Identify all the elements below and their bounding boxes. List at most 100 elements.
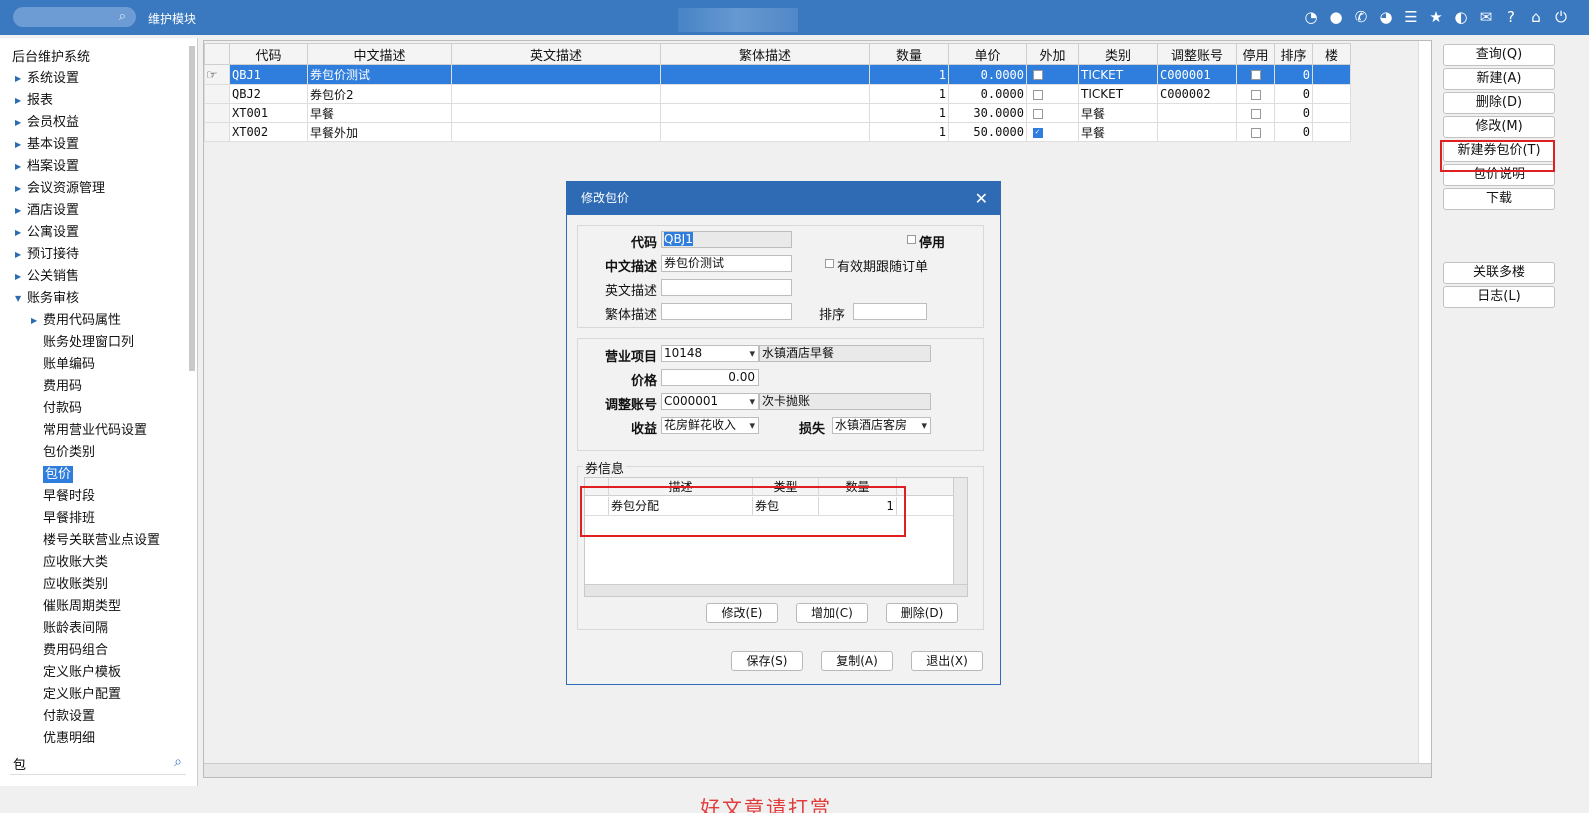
star-icon[interactable]: ★ xyxy=(1428,8,1444,26)
voucher-row[interactable]: 券包分配 券包 1 xyxy=(585,497,955,516)
column-header[interactable]: 数量 xyxy=(869,43,949,65)
help-icon[interactable]: ? xyxy=(1503,8,1519,26)
column-header[interactable]: 英文描述 xyxy=(451,43,661,65)
power-icon[interactable]: ⏻ xyxy=(1553,8,1569,26)
sidebar-item[interactable]: 早餐时段 xyxy=(0,486,190,508)
cn-desc-field[interactable]: 券包价测试 xyxy=(661,255,792,272)
chat-icon[interactable]: ● xyxy=(1328,8,1344,26)
sidebar-item[interactable]: 付款设置 xyxy=(0,706,190,728)
table-row[interactable]: XT002早餐外加 150.0000 早餐 0 xyxy=(204,122,1351,142)
grid-vertical-scrollbar[interactable] xyxy=(1418,41,1431,763)
link-buildings-button[interactable]: 关联多楼 xyxy=(1443,262,1555,284)
extra-checkbox[interactable] xyxy=(1033,70,1043,80)
caret-right-icon[interactable]: ▶ xyxy=(15,178,21,200)
stop-checkbox[interactable] xyxy=(907,235,916,244)
sidebar-item[interactable]: 付款码 xyxy=(0,398,190,420)
delete-button[interactable]: 删除(D) xyxy=(1443,92,1555,114)
sidebar-item[interactable]: 账龄表间隔 xyxy=(0,618,190,640)
search-icon[interactable]: ⌕ xyxy=(174,754,182,770)
global-search[interactable]: ⌕ xyxy=(13,7,136,27)
sidebar-item[interactable]: 应收账大类 xyxy=(0,552,190,574)
sidebar-item[interactable]: ▶ 档案设置 xyxy=(0,156,190,178)
disabled-checkbox[interactable] xyxy=(1250,70,1261,80)
column-header[interactable]: 排序 xyxy=(1274,43,1313,65)
sidebar-scrollbar[interactable] xyxy=(189,46,195,371)
sidebar-item[interactable]: ▶ 酒店设置 xyxy=(0,200,190,222)
sidebar-item[interactable]: ▶ 费用代码属性 xyxy=(0,310,190,332)
grid-horizontal-scrollbar[interactable] xyxy=(204,763,1431,777)
voucher-edit-button[interactable]: 修改(E) xyxy=(706,603,778,623)
mail-icon[interactable]: ✉ xyxy=(1478,8,1494,26)
sidebar-item[interactable]: 费用码组合 xyxy=(0,640,190,662)
palette-icon[interactable]: ◕ xyxy=(1378,8,1394,26)
caret-right-icon[interactable]: ▶ xyxy=(15,156,21,178)
sidebar-item[interactable]: ▶ 会员权益 xyxy=(0,112,190,134)
sidebar-item[interactable]: ▶ 会议资源管理 xyxy=(0,178,190,200)
new-voucher-package-button[interactable]: 新建券包价(T) xyxy=(1443,140,1555,162)
home-icon[interactable]: ⌂ xyxy=(1528,8,1544,26)
modify-button[interactable]: 修改(M) xyxy=(1443,116,1555,138)
caret-right-icon[interactable]: ▶ xyxy=(15,134,21,156)
sidebar-item[interactable]: ▼ 账务审核 xyxy=(0,288,190,310)
caret-right-icon[interactable]: ▶ xyxy=(15,112,21,134)
sidebar-item[interactable]: 楼号关联营业点设置 xyxy=(0,530,190,552)
menu-icon[interactable]: ☰ xyxy=(1403,8,1419,26)
extra-checkbox[interactable] xyxy=(1033,89,1043,100)
code-field[interactable]: QBJ1 xyxy=(661,231,792,248)
column-header[interactable]: 楼 xyxy=(1312,43,1351,65)
tree-root[interactable]: 后台维护系统 xyxy=(12,46,90,65)
loss-select[interactable]: 水镇酒店客房 xyxy=(832,417,931,434)
sidebar-item[interactable]: 包价类别 xyxy=(0,442,190,464)
voucher-add-button[interactable]: 增加(C) xyxy=(796,603,868,623)
sidebar-item[interactable]: ▶ 公寓设置 xyxy=(0,222,190,244)
table-row[interactable]: QBJ2 券包价2 1 0.0000 TICKET C000002 0 xyxy=(204,84,1351,104)
phone-icon[interactable]: ✆ xyxy=(1353,8,1369,26)
caret-right-icon[interactable]: ▶ xyxy=(15,68,21,90)
sidebar-item[interactable]: ▶ 系统设置 xyxy=(0,68,190,90)
disabled-checkbox[interactable] xyxy=(1250,127,1261,138)
caret-right-icon[interactable]: ▶ xyxy=(15,200,21,222)
column-header[interactable]: 外加 xyxy=(1026,43,1079,65)
extra-checkbox[interactable] xyxy=(1033,127,1043,138)
wifi-icon[interactable]: ◔ xyxy=(1303,8,1319,26)
download-button[interactable]: 下载 xyxy=(1443,188,1555,210)
sidebar-item[interactable]: 优惠明细 xyxy=(0,728,190,750)
sidebar-item[interactable]: ▶ 报表 xyxy=(0,90,190,112)
column-header[interactable]: 停用 xyxy=(1236,43,1275,65)
close-icon[interactable]: ✕ xyxy=(975,182,988,215)
column-header[interactable]: 类别 xyxy=(1078,43,1158,65)
package-note-button[interactable]: 包价说明 xyxy=(1443,164,1555,186)
column-header[interactable]: 调整账号 xyxy=(1157,43,1237,65)
voucher-grid-hscroll[interactable] xyxy=(585,584,967,596)
sidebar-item[interactable]: 定义账户模板 xyxy=(0,662,190,684)
sidebar-item[interactable]: 应收账类别 xyxy=(0,574,190,596)
sidebar-item[interactable]: 定义账户配置 xyxy=(0,684,190,706)
income-select[interactable]: 花房鲜花收入 xyxy=(661,417,759,434)
query-button[interactable]: 查询(Q) xyxy=(1443,44,1555,66)
caret-right-icon[interactable]: ▶ xyxy=(15,222,21,244)
sidebar-item[interactable]: ▶ 公关销售 xyxy=(0,266,190,288)
voucher-grid-vscroll[interactable] xyxy=(953,478,967,584)
column-header[interactable]: 繁体描述 xyxy=(660,43,870,65)
column-header[interactable]: 中文描述 xyxy=(307,43,452,65)
sidebar-item[interactable]: 账单编码 xyxy=(0,354,190,376)
sidebar-item[interactable]: 常用营业代码设置 xyxy=(0,420,190,442)
sidebar-item[interactable]: 包价 xyxy=(0,464,190,486)
new-button[interactable]: 新建(A) xyxy=(1443,68,1555,90)
log-button[interactable]: 日志(L) xyxy=(1443,286,1555,308)
sidebar-item[interactable]: ▶ 基本设置 xyxy=(0,134,190,156)
disabled-checkbox[interactable] xyxy=(1250,108,1261,119)
sidebar-search-input[interactable] xyxy=(10,753,160,773)
exit-button[interactable]: 退出(X) xyxy=(911,651,983,671)
theme-icon[interactable]: ◐ xyxy=(1453,8,1469,26)
save-button[interactable]: 保存(S) xyxy=(731,651,803,671)
sidebar-item[interactable]: 催账周期类型 xyxy=(0,596,190,618)
caret-right-icon[interactable]: ▶ xyxy=(15,266,21,288)
tw-desc-field[interactable] xyxy=(661,303,792,320)
caret-down-icon[interactable]: ▼ xyxy=(15,288,21,310)
sidebar-item[interactable]: ▶ 预订接待 xyxy=(0,244,190,266)
disabled-checkbox[interactable] xyxy=(1250,89,1261,100)
caret-right-icon[interactable]: ▶ xyxy=(31,310,37,332)
caret-right-icon[interactable]: ▶ xyxy=(15,90,21,112)
column-header[interactable]: 代码 xyxy=(229,43,308,65)
